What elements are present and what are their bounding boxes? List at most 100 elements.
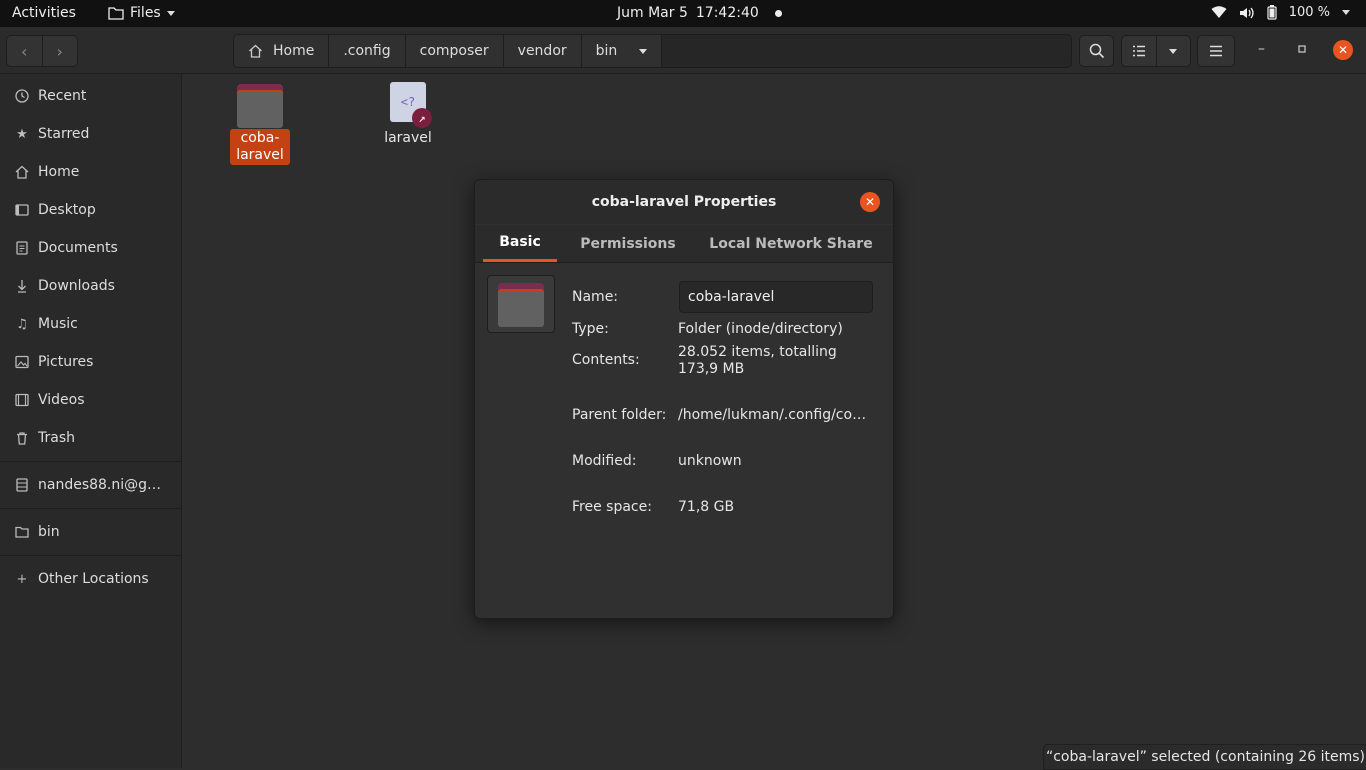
desktop-icon (15, 204, 29, 216)
breadcrumb-home[interactable]: Home (234, 35, 330, 67)
free-space-value: 71,8 GB (678, 499, 735, 515)
list-view-button[interactable] (1122, 36, 1157, 66)
search-icon (1089, 43, 1104, 59)
sidebar-item-bin[interactable]: bin (0, 513, 181, 551)
hamburger-menu-icon (1210, 45, 1222, 57)
date-label: Jum Mar 5 (617, 5, 688, 21)
modified-label: Modified: (572, 453, 637, 469)
app-menu[interactable]: Files (108, 5, 175, 21)
sidebar-item-label: Videos (38, 392, 85, 408)
search-button[interactable] (1079, 35, 1114, 67)
name-label: Name: (572, 289, 619, 305)
sidebar-item-label: Downloads (38, 278, 115, 294)
status-bar: “coba-laravel” selected (containing 26 i… (1043, 744, 1366, 770)
contents-value: 28.052 items, totalling 173,9 MB (678, 344, 878, 378)
document-icon (16, 241, 28, 255)
sidebar-divider (0, 461, 181, 462)
breadcrumb-bin[interactable]: bin (581, 35, 663, 67)
sidebar-item-downloads[interactable]: Downloads (0, 267, 181, 305)
breadcrumb: Home .config composer vendor bin (233, 34, 1072, 68)
modified-value: unknown (678, 453, 742, 469)
properties-dialog: coba-laravel Properties ✕ Basic Permissi… (474, 179, 894, 619)
contents-label: Contents: (572, 352, 640, 368)
breadcrumb-composer[interactable]: composer (405, 35, 504, 67)
php-script-icon: <? ↗ (390, 82, 432, 128)
plus-icon: + (16, 571, 28, 587)
minimize-icon: – (1258, 41, 1265, 57)
view-options-button[interactable] (1157, 36, 1191, 66)
sidebar-item-videos[interactable]: Videos (0, 381, 181, 419)
contents-value-line2: 173,9 MB (678, 361, 745, 377)
type-value: Folder (inode/directory) (678, 321, 843, 337)
home-icon (15, 165, 29, 179)
breadcrumb-config[interactable]: .config (329, 35, 406, 67)
tab-local-network-share[interactable]: Local Network Share (707, 225, 875, 262)
file-name: coba-laravel (230, 129, 290, 165)
volume-icon (1239, 7, 1254, 18)
breadcrumb-label: .config (343, 43, 391, 59)
contents-value-line1: 28.052 items, totalling (678, 344, 837, 360)
header-bar: ‹ › Home .config composer vendor bin – ✕ (0, 27, 1366, 74)
tab-basic[interactable]: Basic (483, 225, 557, 262)
minimize-button[interactable]: – (1258, 41, 1265, 57)
maximize-icon (1298, 45, 1306, 53)
folder-icon (15, 526, 29, 538)
folder-preview[interactable] (487, 275, 555, 333)
chevron-down-icon (166, 10, 175, 16)
maximize-button[interactable] (1297, 42, 1307, 58)
chevron-right-icon: › (56, 41, 63, 61)
trash-icon (17, 432, 27, 445)
sidebar-divider (0, 555, 181, 556)
file-item-laravel[interactable]: <? ↗ laravel (378, 82, 438, 146)
activities-button[interactable]: Activities (12, 5, 76, 21)
sidebar-item-label: Desktop (38, 202, 96, 218)
back-button[interactable]: ‹ (7, 36, 43, 66)
sidebar-item-network-account[interactable]: nandes88.ni@g… (0, 466, 181, 504)
folder-icon (237, 84, 283, 128)
sidebar-item-label: bin (38, 524, 60, 540)
video-icon (15, 393, 29, 407)
window-close-button[interactable]: ✕ (1333, 40, 1353, 60)
php-script-glyph: <? (400, 95, 416, 109)
sidebar-item-label: Trash (38, 430, 75, 446)
time-label: 17:42:40 (695, 5, 759, 21)
file-item-coba-laravel[interactable]: coba-laravel (230, 84, 290, 165)
sidebar-item-label: Starred (38, 126, 90, 142)
forward-button[interactable]: › (43, 36, 78, 66)
list-view-icon (1132, 45, 1145, 57)
sidebar-item-documents[interactable]: Documents (0, 229, 181, 267)
breadcrumb-vendor[interactable]: vendor (503, 35, 582, 67)
system-status-menu[interactable]: 100 % (1211, 5, 1350, 20)
sidebar-item-pictures[interactable]: Pictures (0, 343, 181, 381)
dialog-close-button[interactable]: ✕ (860, 192, 880, 212)
sidebar-item-desktop[interactable]: Desktop (0, 191, 181, 229)
file-name-selected: coba-laravel (230, 129, 290, 165)
sidebar-item-trash[interactable]: Trash (0, 419, 181, 457)
clock-icon (15, 89, 29, 103)
sidebar-item-label: Home (38, 164, 80, 180)
sidebar-item-recent[interactable]: Recent (0, 77, 181, 115)
breadcrumb-label: composer (419, 43, 489, 59)
name-field[interactable] (679, 281, 873, 313)
sidebar-item-other-locations[interactable]: + Other Locations (0, 560, 181, 598)
sidebar-item-home[interactable]: Home (0, 153, 181, 191)
symlink-arrow-icon: ↗ (412, 108, 432, 128)
sidebar-item-label: nandes88.ni@g… (38, 477, 162, 493)
home-icon (249, 44, 262, 58)
navigation-buttons: ‹ › (6, 35, 78, 67)
dialog-tabs: Basic Permissions Local Network Share (475, 225, 893, 263)
type-label: Type: (572, 321, 609, 337)
close-icon: ✕ (1337, 43, 1349, 57)
parent-folder-value[interactable]: /home/lukman/.config/co… (678, 407, 868, 423)
picture-icon (15, 355, 29, 369)
sidebar-item-music[interactable]: ♫ Music (0, 305, 181, 343)
star-icon: ★ (16, 126, 28, 142)
sidebar-item-label: Recent (38, 88, 87, 104)
tab-permissions[interactable]: Permissions (575, 225, 681, 262)
breadcrumb-label: vendor (517, 43, 567, 59)
main-menu-button[interactable] (1197, 35, 1235, 67)
chevron-down-icon (1342, 10, 1350, 15)
clock[interactable]: Jum Mar 5 17:42:40 (617, 5, 782, 21)
network-server-icon (16, 478, 28, 492)
sidebar-item-starred[interactable]: ★ Starred (0, 115, 181, 153)
